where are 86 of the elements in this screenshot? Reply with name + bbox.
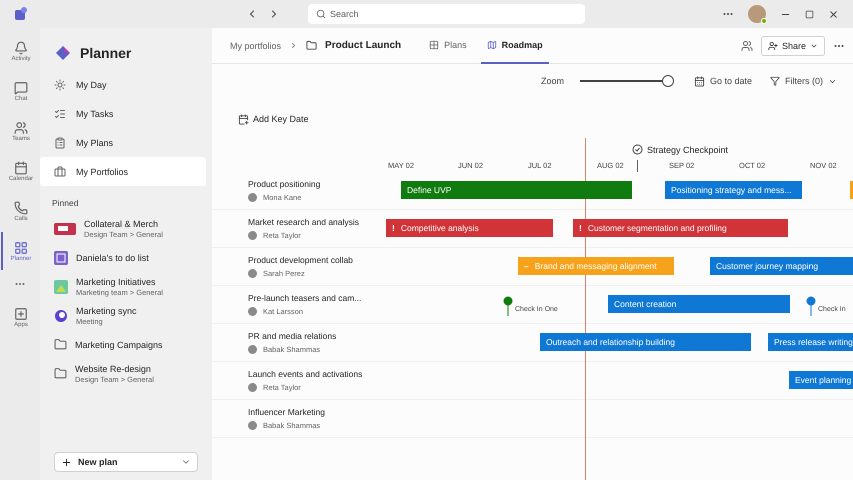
owner-avatar	[248, 383, 257, 392]
milestone-pin-icon[interactable]	[503, 296, 513, 316]
chat-icon	[14, 80, 28, 94]
row-title: Product positioning	[248, 179, 322, 189]
breadcrumb-link[interactable]: My portfolios	[230, 40, 282, 50]
task-bar[interactable]: ! Competitive analysis	[386, 219, 553, 237]
row-title: Market research and analysis	[248, 217, 360, 227]
task-bar[interactable]: ! Customer segmentation and profiling	[573, 219, 788, 237]
page-title: Product Launch	[325, 40, 402, 51]
planner-logo-icon	[54, 44, 72, 62]
owner-avatar	[248, 269, 257, 278]
search-field[interactable]: Search	[308, 4, 585, 24]
grid-icon	[14, 240, 28, 254]
checkpoint-icon	[632, 144, 643, 155]
key-date-label: Strategy Checkpoint	[647, 144, 728, 154]
image-icon	[54, 280, 68, 294]
task-bar[interactable]: Positioning strategy and mess...	[665, 181, 802, 199]
app-title: Planner	[80, 45, 132, 61]
calendar-icon	[14, 160, 28, 174]
add-person-icon	[768, 40, 778, 50]
search-icon	[316, 9, 326, 19]
clipboard-icon	[54, 136, 66, 148]
map-icon	[486, 40, 497, 50]
task-bar[interactable]: Content creation	[608, 295, 790, 313]
nav-item[interactable]: My Tasks	[40, 99, 206, 128]
add-key-date-button[interactable]: Add Key Date	[238, 114, 309, 124]
row-title: PR and media relations	[248, 331, 338, 341]
calendar-add-icon	[238, 114, 249, 124]
team-logo-icon	[54, 220, 76, 236]
filter-icon	[770, 76, 780, 86]
plan-name: Marketing Campaigns	[75, 340, 163, 350]
maximize-icon[interactable]	[805, 10, 814, 18]
view-tab[interactable]: Roadmap	[480, 28, 549, 64]
new-plan-button[interactable]: New plan	[54, 452, 198, 472]
sun-icon	[54, 78, 66, 90]
plan-name: Marketing Initiatives	[76, 276, 157, 286]
key-date-line	[637, 160, 638, 172]
owner-avatar	[248, 231, 257, 240]
app-logo-icon	[12, 6, 28, 22]
slider-thumb[interactable]	[662, 75, 674, 87]
task-bar[interactable]: Define UVP	[401, 181, 632, 199]
owner-avatar	[248, 307, 257, 316]
grid-icon	[429, 40, 440, 50]
briefcase-icon	[54, 166, 66, 178]
status-dot	[761, 18, 767, 24]
calendar-icon	[694, 76, 705, 86]
row-title: Launch events and activations	[248, 369, 364, 379]
add-app-icon	[14, 306, 28, 320]
row-title: Product development collab	[248, 255, 354, 265]
plan-name: Daniela's to do list	[76, 252, 149, 262]
nav-item[interactable]: My Plans	[40, 128, 206, 157]
folder-icon	[54, 338, 67, 351]
people-icon[interactable]	[740, 40, 753, 52]
folder-icon	[306, 40, 318, 51]
task-bar[interactable]: Press release writing	[768, 333, 853, 351]
zoom-label: Zoom	[540, 76, 564, 86]
plus-icon	[61, 456, 72, 468]
milestone-pin-icon[interactable]	[806, 296, 816, 316]
task-bar[interactable]: Outreach and relationship building	[540, 333, 751, 351]
go-to-date-button[interactable]: Go to date	[690, 76, 756, 86]
owner-avatar	[248, 193, 257, 202]
loop-icon	[54, 308, 68, 322]
pinned-plan[interactable]: Daniela's to do list	[40, 243, 206, 272]
folder-icon	[54, 367, 67, 380]
nav-item[interactable]: My Day	[40, 70, 206, 99]
task-bar[interactable]: Event planning	[789, 371, 853, 389]
task-bar[interactable]: Customer journey mapping	[710, 257, 853, 275]
row-title: Pre-launch teasers and cam...	[248, 293, 362, 303]
nav-item[interactable]: My Portfolios	[40, 157, 206, 186]
list-icon	[54, 250, 68, 264]
pinned-plan[interactable]: Marketing Campaigns	[40, 330, 206, 359]
people-icon	[14, 120, 28, 134]
view-tab[interactable]: Plans	[423, 28, 473, 64]
filters-button[interactable]: Filters (0)	[766, 76, 841, 86]
share-button[interactable]: Share	[760, 36, 825, 56]
owner-avatar	[248, 345, 257, 354]
bell-icon	[14, 40, 28, 54]
section-heading: Pinned	[51, 197, 80, 210]
plan-name: Website Re-design	[75, 364, 152, 374]
phone-icon	[14, 200, 28, 214]
close-icon[interactable]	[828, 8, 839, 20]
plan-name: Collateral & Merch	[84, 218, 160, 228]
owner-avatar	[248, 421, 257, 430]
row-title: Influencer Marketing	[248, 407, 326, 417]
checklist-icon	[54, 108, 66, 120]
plan-name: Marketing sync	[76, 306, 137, 316]
